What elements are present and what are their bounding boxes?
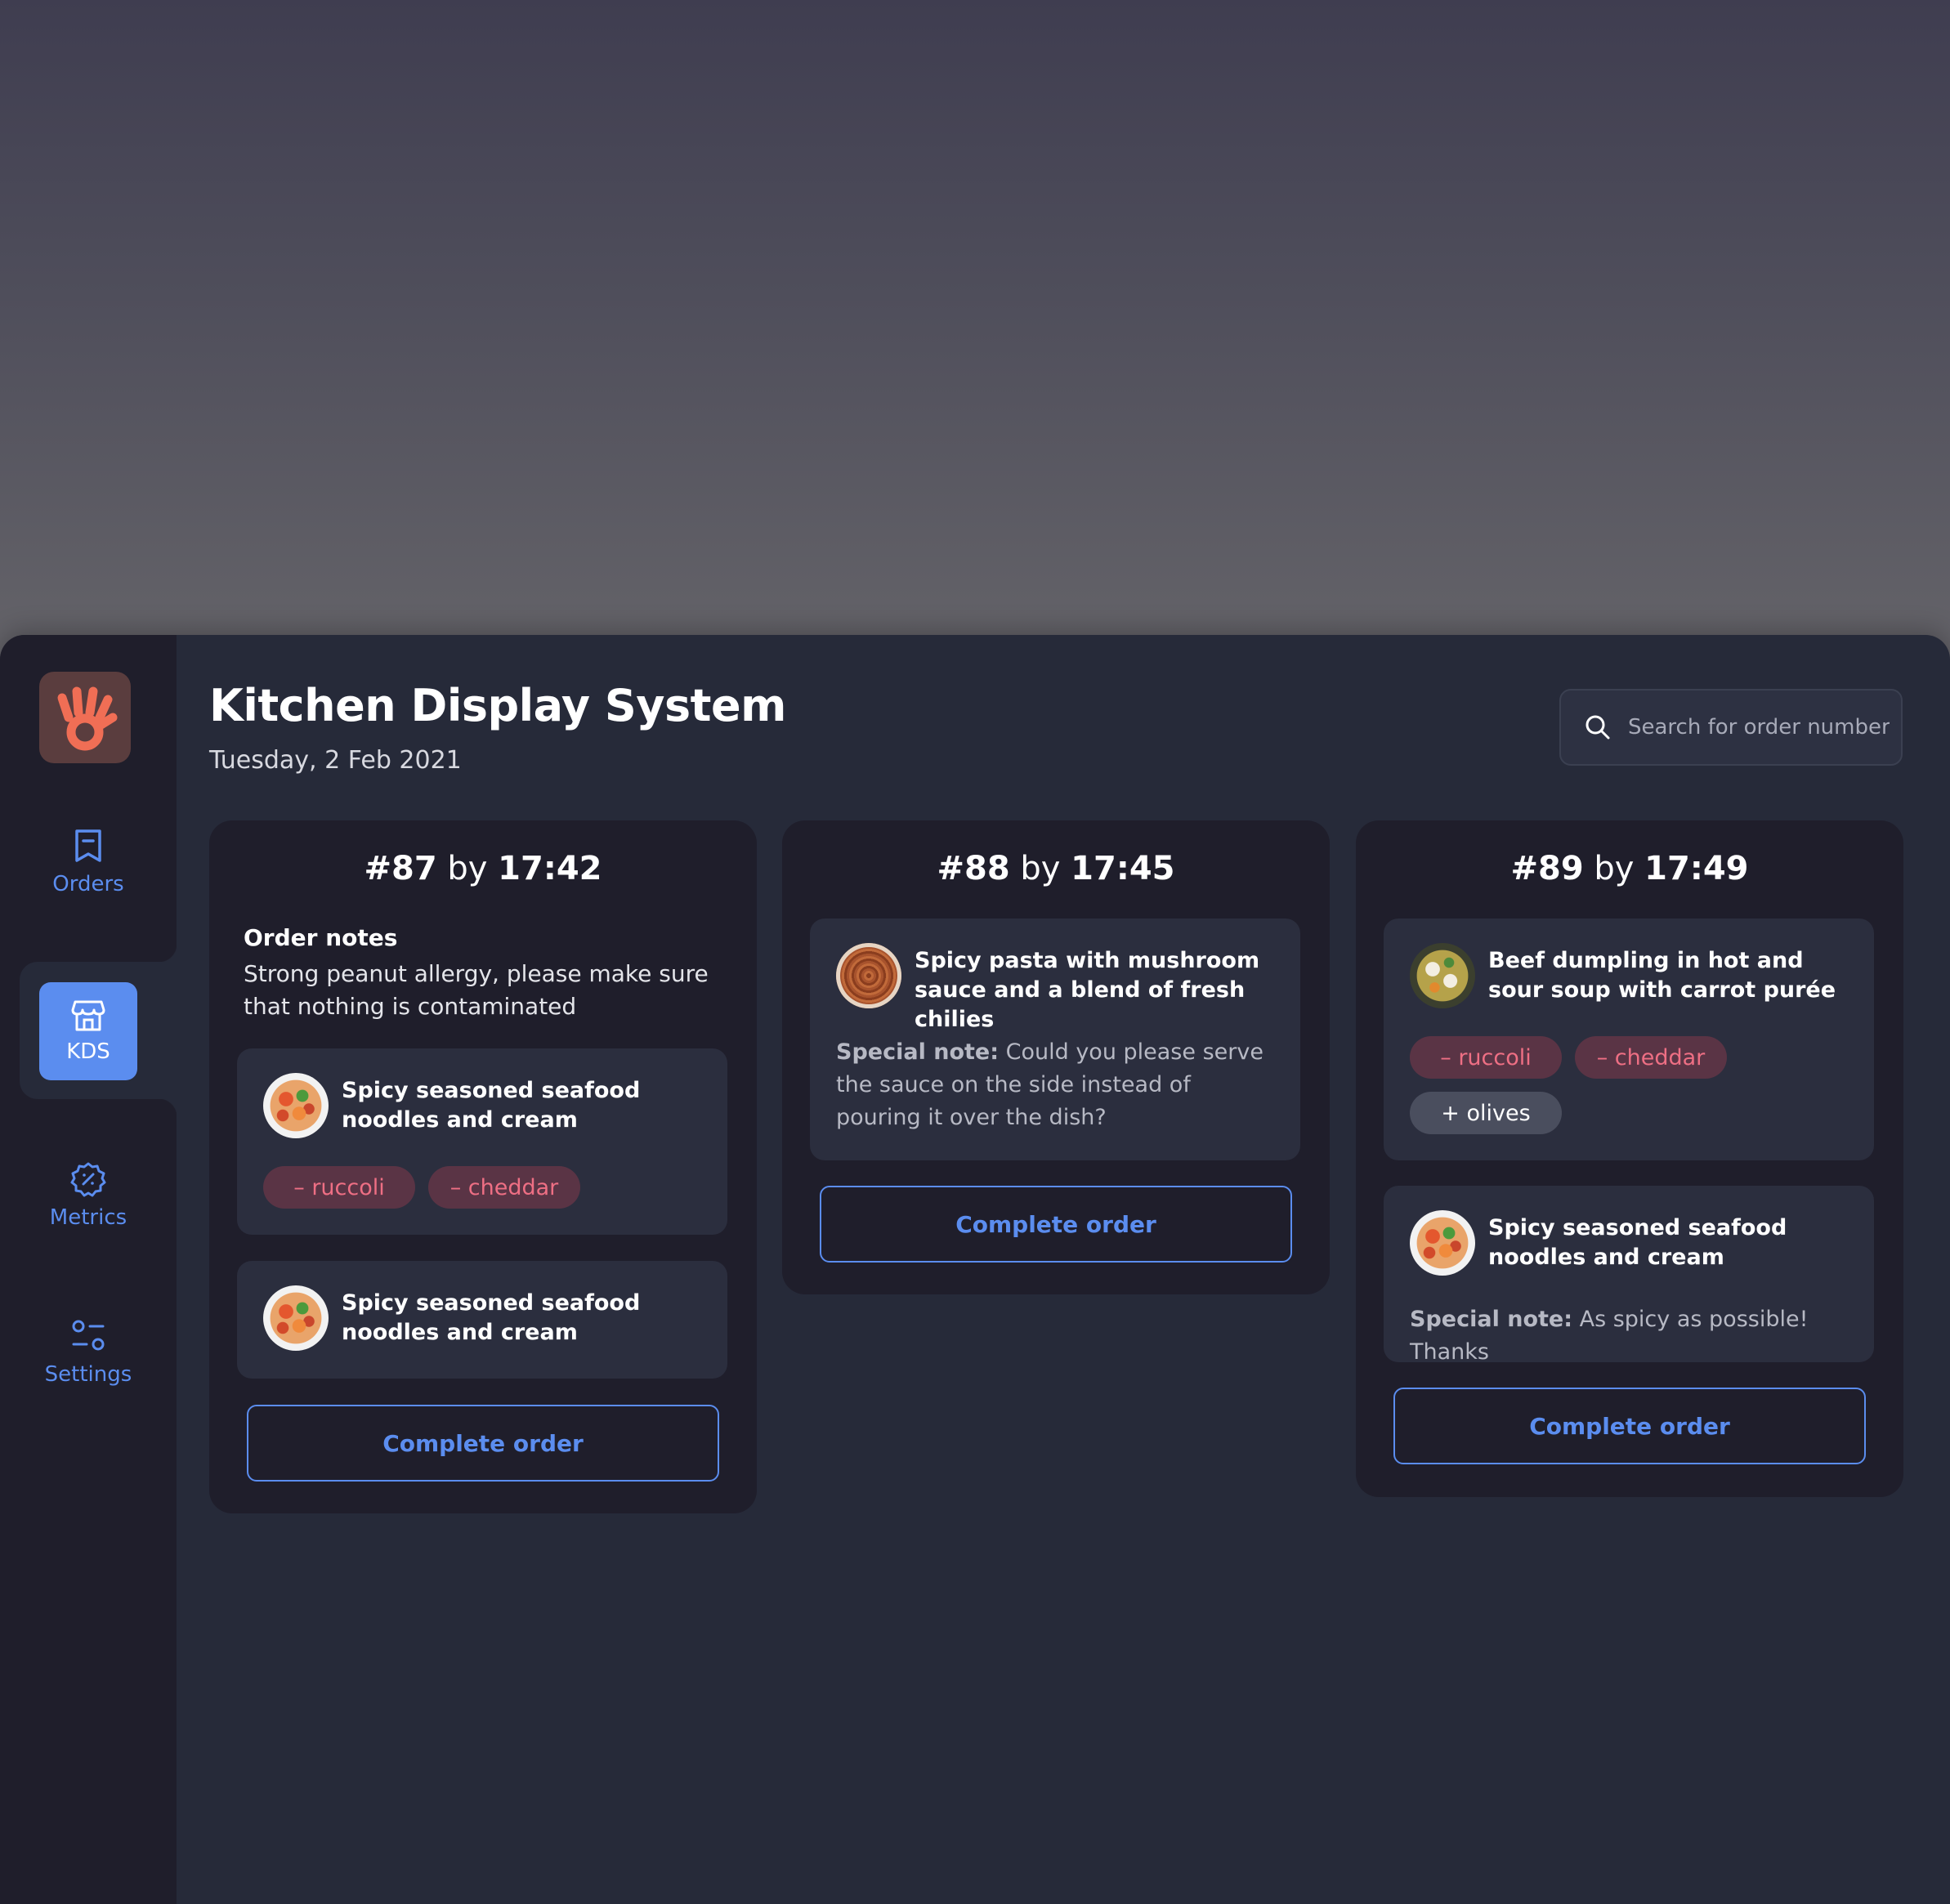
item-name: Spicy seasoned seafood noodles and cream (342, 1078, 641, 1133)
order-notes-text: Strong peanut allergy, please make sure … (244, 960, 709, 1020)
page-title: Kitchen Display System (209, 680, 786, 731)
special-note: Special note: As spicy as possible! Than… (1410, 1303, 1851, 1369)
complete-order-button[interactable]: Complete order (247, 1405, 719, 1482)
order-item: Beef dumpling in hot and sour soup with … (1384, 918, 1874, 1160)
special-note-label: Special note: (1410, 1307, 1573, 1332)
search-box[interactable] (1559, 689, 1903, 766)
food-thumbnail (836, 943, 901, 1008)
hand-logo-icon (57, 686, 118, 751)
sidebar-item-metrics[interactable]: Metrics (0, 1161, 177, 1230)
order-number: #89 (1510, 850, 1584, 887)
order-title: #87 by 17:42 (209, 850, 757, 887)
order-number: #88 (937, 850, 1010, 887)
order-card: #89 by 17:49 Beef dumpling in hot and so… (1356, 820, 1903, 1497)
store-icon (71, 1000, 105, 1031)
app-logo (39, 672, 131, 763)
addition-chip: + olives (1410, 1092, 1562, 1134)
modifier-chip: – ruccoli (1410, 1036, 1562, 1079)
app-window: Orders KDS Metrics Settings Kitchen Disp… (0, 635, 1950, 1904)
order-number: #87 (364, 850, 437, 887)
order-time: 17:45 (1071, 850, 1175, 887)
modifier-chip: – cheddar (1575, 1036, 1727, 1079)
sidebar-item-kds[interactable]: KDS (39, 982, 137, 1080)
sidebar-item-orders[interactable]: Orders (0, 828, 177, 896)
sidebar: Orders KDS Metrics Settings (0, 635, 177, 1904)
order-time: 17:42 (498, 850, 602, 887)
search-input[interactable] (1626, 714, 1891, 740)
order-card: #87 by 17:42 Order notes Strong peanut a… (209, 820, 757, 1513)
sidebar-item-label: KDS (66, 1039, 110, 1064)
item-name: Spicy pasta with mushroom sauce and a bl… (915, 948, 1260, 1032)
order-time: 17:49 (1644, 850, 1749, 887)
modifier-chip: – ruccoli (263, 1166, 415, 1209)
food-thumbnail (1410, 1210, 1475, 1276)
order-item: Spicy seasoned seafood noodles and cream… (1384, 1186, 1874, 1365)
order-item: Spicy seasoned seafood noodles and cream (237, 1261, 727, 1379)
sidebar-item-label: Metrics (49, 1205, 127, 1230)
sliders-icon (72, 1320, 105, 1351)
food-thumbnail (263, 1073, 329, 1138)
order-by: by (447, 850, 488, 887)
sidebar-item-label: Settings (44, 1362, 132, 1387)
item-name: Spicy seasoned seafood noodles and cream (1488, 1215, 1787, 1270)
order-by: by (1020, 850, 1061, 887)
order-card: #88 by 17:45 Spicy pasta with mushroom s… (782, 820, 1330, 1294)
food-thumbnail (263, 1285, 329, 1351)
special-note-label: Special note: (836, 1039, 1000, 1065)
order-title: #88 by 17:45 (782, 850, 1330, 887)
modifier-chip: – cheddar (428, 1166, 580, 1209)
badge-percent-icon (70, 1162, 106, 1197)
item-name: Beef dumpling in hot and sour soup with … (1488, 948, 1836, 1003)
special-note: Special note: Could you please serve the… (836, 1036, 1277, 1134)
order-item: Spicy pasta with mushroom sauce and a bl… (810, 918, 1300, 1160)
receipt-icon (75, 829, 101, 862)
complete-order-button[interactable]: Complete order (1393, 1388, 1866, 1464)
food-thumbnail (1410, 943, 1475, 1008)
order-notes-label: Order notes (244, 924, 398, 951)
order-by: by (1594, 850, 1635, 887)
page-date: Tuesday, 2 Feb 2021 (209, 746, 462, 775)
complete-order-button[interactable]: Complete order (820, 1186, 1292, 1263)
order-item: Spicy seasoned seafood noodles and cream… (237, 1048, 727, 1235)
search-icon (1585, 715, 1610, 740)
item-name: Spicy seasoned seafood noodles and cream (342, 1290, 641, 1345)
sidebar-item-settings[interactable]: Settings (0, 1318, 177, 1387)
order-title: #89 by 17:49 (1356, 850, 1903, 887)
sidebar-item-label: Orders (52, 872, 124, 896)
